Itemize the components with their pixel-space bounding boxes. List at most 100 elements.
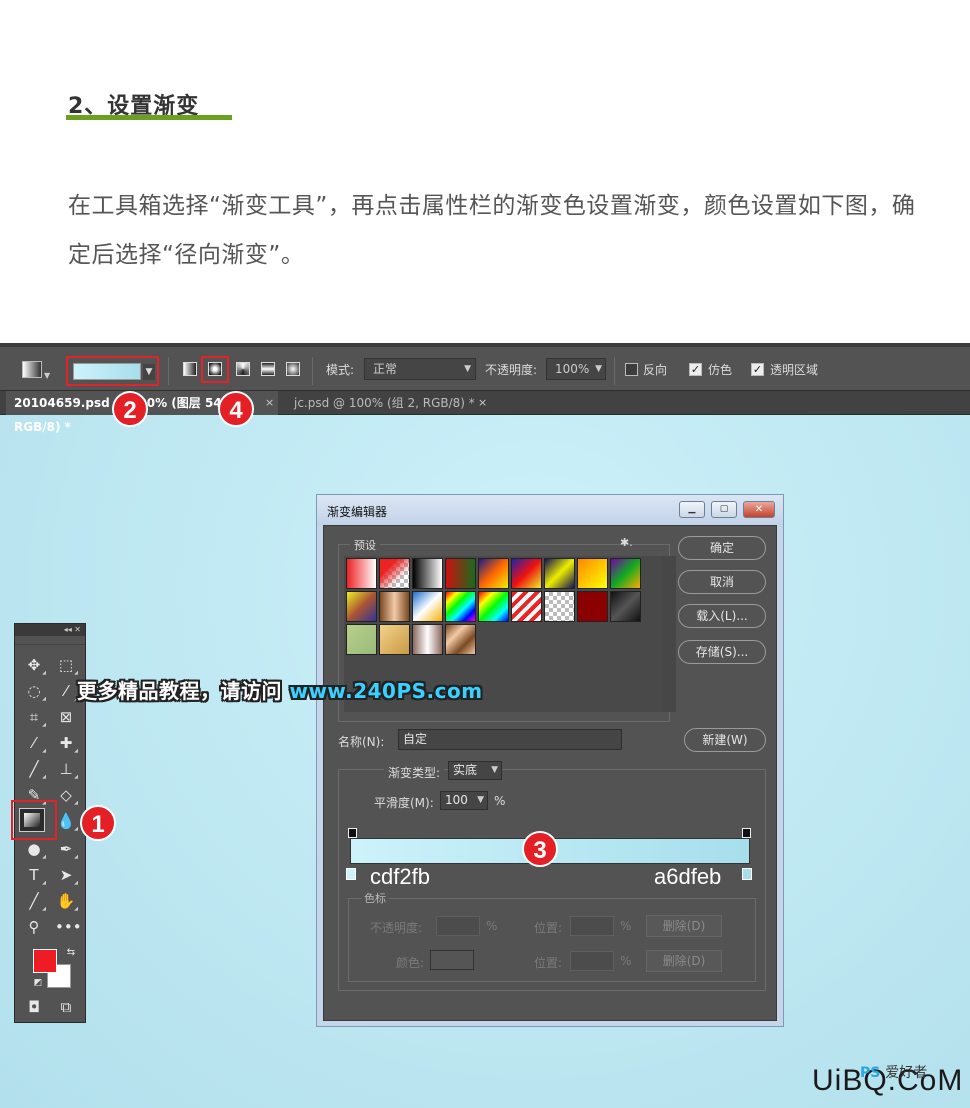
foreground-color[interactable]: [33, 949, 57, 973]
preset-swatch[interactable]: [379, 591, 410, 622]
preset-swatch[interactable]: [478, 558, 509, 589]
gradient-tool-icon[interactable]: [19, 808, 45, 832]
step-badge-1: 1: [80, 805, 116, 841]
load-button[interactable]: 载入(L)...: [678, 604, 766, 628]
marquee-tool-icon[interactable]: ⬚ ◢: [55, 654, 78, 676]
preset-swatch[interactable]: [445, 624, 476, 655]
brush-tool-icon[interactable]: ╱ ◢: [23, 758, 46, 780]
cancel-button[interactable]: 取消: [678, 570, 766, 594]
close-button[interactable]: ✕: [743, 501, 775, 518]
screen-mode-icon[interactable]: ⧉: [55, 996, 77, 1018]
magic-wand-icon[interactable]: ⁄ ◢: [55, 680, 78, 702]
delete-opacity-stop-button[interactable]: 删除(D): [646, 915, 722, 937]
reverse-checkbox[interactable]: [625, 363, 638, 376]
angle-gradient-icon[interactable]: [236, 362, 250, 376]
save-button[interactable]: 存储(S)...: [678, 640, 766, 664]
preset-swatch[interactable]: [346, 558, 377, 589]
type-tool-icon[interactable]: T ◢: [23, 864, 46, 886]
line-tool-icon[interactable]: ╱ ◢: [23, 890, 46, 912]
linear-gradient-icon[interactable]: [183, 362, 197, 376]
more-tools-icon[interactable]: •••: [55, 916, 82, 938]
quick-mask-icon[interactable]: ◘: [23, 996, 45, 1018]
opacity-input[interactable]: 100% ▼: [546, 358, 606, 380]
preset-swatch[interactable]: [478, 591, 509, 622]
step-badge-2: 2: [112, 391, 148, 427]
step-description: 在工具箱选择“渐变工具”，再点击属性栏的渐变色设置渐变，颜色设置如下图，确定后选…: [68, 193, 916, 268]
move-tool-icon[interactable]: ✥ ◢: [23, 654, 46, 676]
frame-tool-icon[interactable]: ⊠: [55, 706, 77, 728]
preset-swatch[interactable]: [346, 624, 377, 655]
preset-swatch[interactable]: [412, 558, 443, 589]
preset-swatch[interactable]: [577, 558, 608, 589]
reflected-gradient-icon[interactable]: [261, 362, 275, 376]
stop-color-label: 颜色:: [396, 956, 425, 970]
preset-swatch[interactable]: [379, 624, 410, 655]
toolbox-grip[interactable]: [15, 637, 85, 645]
dodge-tool-icon[interactable]: ● ◢: [23, 838, 46, 860]
gradient-type-select[interactable]: 实底 ▼: [448, 761, 502, 780]
toolbox-header[interactable]: ◂◂ ✕: [15, 624, 85, 636]
maximize-button[interactable]: ▢: [711, 501, 737, 518]
close-icon[interactable]: ×: [478, 391, 487, 415]
stop-color-swatch[interactable]: [430, 950, 474, 970]
swap-colors-icon[interactable]: ⇆: [60, 942, 82, 964]
chevron-down-icon[interactable]: ▼: [44, 371, 50, 380]
lasso-tool-icon[interactable]: ◌ ◢: [23, 680, 46, 702]
tool-preset-icon[interactable]: [22, 361, 42, 378]
preset-swatch[interactable]: [346, 591, 377, 622]
dialog-titlebar[interactable]: 渐变编辑器 ▁ ▢ ✕: [317, 495, 783, 525]
preset-swatch[interactable]: [445, 558, 476, 589]
toolbox: ◂◂ ✕ ✥ ◢ ⬚ ◢ ◌ ◢ ⁄ ◢ ⌗ ◢ ⊠ ⁄ ◢ ✚ ◢ ╱ ◢ ⊥ ◢ ✎ ◢ ◇ ◢ …: [11, 623, 86, 1023]
preset-swatch[interactable]: [577, 591, 608, 622]
preset-swatch[interactable]: [511, 558, 542, 589]
gradient-picker[interactable]: ▼: [66, 356, 159, 386]
new-button[interactable]: 新建(W): [684, 728, 766, 752]
preset-swatch[interactable]: [544, 591, 575, 622]
mode-select[interactable]: 正常 ▼: [364, 358, 476, 380]
blur-tool-icon[interactable]: 💧 ◢: [55, 810, 78, 832]
stop-position-input[interactable]: [570, 951, 614, 971]
preset-swatch[interactable]: [544, 558, 575, 589]
eraser-icon[interactable]: ◇ ◢: [55, 784, 78, 806]
gear-icon[interactable]: ✱.: [620, 536, 633, 549]
default-colors-icon[interactable]: ◩: [27, 972, 49, 994]
preset-swatch[interactable]: [610, 558, 641, 589]
healing-brush-icon[interactable]: ✚ ◢: [55, 732, 78, 754]
chevron-down-icon[interactable]: ▼: [143, 364, 155, 380]
preset-swatch[interactable]: [610, 591, 641, 622]
preset-swatch[interactable]: [511, 591, 542, 622]
name-input[interactable]: 自定: [398, 729, 622, 750]
gradient-swatch[interactable]: [73, 363, 141, 380]
ok-button[interactable]: 确定: [678, 536, 766, 560]
step-badge-3: 3: [522, 831, 558, 867]
opacity-stop-left[interactable]: [348, 828, 357, 838]
percent-unit: %: [620, 954, 632, 968]
stamp-tool-icon[interactable]: ⊥ ◢: [55, 758, 78, 780]
tab-jc[interactable]: jc.psd @ 100% (组 2, RGB/8) *: [286, 391, 496, 415]
pen-tool-icon[interactable]: ✒ ◢: [55, 838, 78, 860]
preset-swatch[interactable]: [445, 591, 476, 622]
stop-position-input[interactable]: [570, 916, 614, 936]
stop-opacity-input[interactable]: [436, 916, 480, 936]
crop-tool-icon[interactable]: ⌗ ◢: [23, 706, 46, 728]
preset-swatch[interactable]: [412, 591, 443, 622]
color-stop-left[interactable]: [346, 868, 356, 880]
opacity-stop-right[interactable]: [742, 828, 751, 838]
path-select-icon[interactable]: ➤ ◢: [55, 864, 78, 886]
eyedropper-icon[interactable]: ⁄ ◢: [23, 732, 46, 754]
transparency-checkbox[interactable]: ✓: [751, 363, 764, 376]
hand-tool-icon[interactable]: ✋ ◢: [55, 890, 78, 912]
minimize-button[interactable]: ▁: [679, 501, 705, 518]
close-icon[interactable]: ×: [265, 391, 274, 415]
zoom-tool-icon[interactable]: ⚲: [23, 916, 45, 938]
preset-swatch[interactable]: [379, 558, 410, 589]
delete-color-stop-button[interactable]: 删除(D): [646, 950, 722, 972]
presets-scrollbar[interactable]: [662, 556, 676, 712]
diamond-gradient-icon[interactable]: [286, 362, 300, 376]
preset-swatch[interactable]: [412, 624, 443, 655]
left-stop-hex: cdf2fb: [370, 864, 430, 889]
dither-checkbox[interactable]: ✓: [689, 363, 702, 376]
color-stop-right[interactable]: [742, 868, 752, 880]
smoothness-input[interactable]: 100 ▼: [440, 791, 488, 810]
chevron-down-icon: ▼: [464, 364, 471, 374]
